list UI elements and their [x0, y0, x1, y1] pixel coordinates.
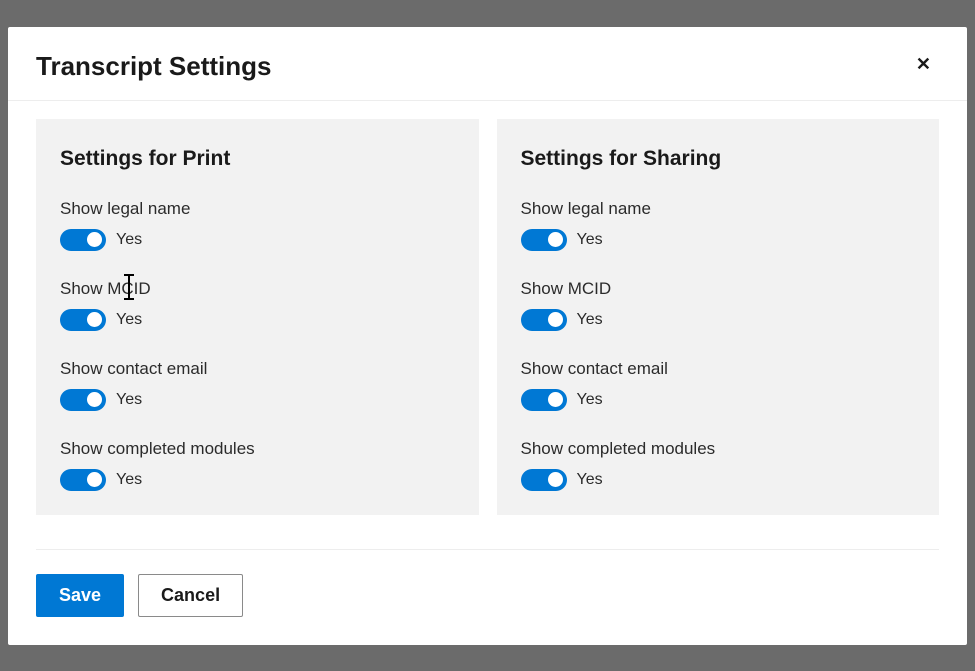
setting-label: Show legal name — [521, 199, 916, 219]
setting-show-mcid-print: Show MCID Yes — [60, 279, 455, 331]
close-icon: ✕ — [916, 54, 931, 74]
transcript-settings-dialog: Transcript Settings ✕ Settings for Print… — [8, 27, 967, 645]
toggle-show-contact-email-print[interactable] — [60, 389, 106, 411]
toggle-row: Yes — [60, 389, 455, 411]
setting-show-legal-name-sharing: Show legal name Yes — [521, 199, 916, 251]
setting-show-legal-name-print: Show legal name Yes — [60, 199, 455, 251]
setting-show-contact-email-print: Show contact email Yes — [60, 359, 455, 411]
panel-sharing: Settings for Sharing Show legal name Yes… — [497, 119, 940, 515]
close-button[interactable]: ✕ — [908, 51, 939, 77]
setting-label: Show MCID — [60, 279, 455, 299]
toggle-state: Yes — [577, 311, 603, 329]
toggle-show-legal-name-print[interactable] — [60, 229, 106, 251]
dialog-footer: Save Cancel — [36, 549, 939, 645]
panel-print-title: Settings for Print — [60, 147, 455, 171]
toggle-knob — [548, 392, 563, 407]
setting-label: Show contact email — [521, 359, 916, 379]
toggle-row: Yes — [521, 229, 916, 251]
toggle-knob — [87, 392, 102, 407]
setting-label: Show legal name — [60, 199, 455, 219]
save-button[interactable]: Save — [36, 574, 124, 617]
toggle-state: Yes — [577, 231, 603, 249]
toggle-knob — [87, 472, 102, 487]
toggle-state: Yes — [116, 311, 142, 329]
setting-show-contact-email-sharing: Show contact email Yes — [521, 359, 916, 411]
toggle-row: Yes — [60, 309, 455, 331]
toggle-row: Yes — [521, 469, 916, 491]
toggle-row: Yes — [60, 229, 455, 251]
toggle-state: Yes — [116, 391, 142, 409]
setting-label: Show completed modules — [521, 439, 916, 459]
setting-show-completed-modules-sharing: Show completed modules Yes — [521, 439, 916, 491]
toggle-knob — [87, 232, 102, 247]
setting-label: Show contact email — [60, 359, 455, 379]
toggle-state: Yes — [116, 231, 142, 249]
dialog-header: Transcript Settings ✕ — [8, 27, 967, 101]
toggle-show-contact-email-sharing[interactable] — [521, 389, 567, 411]
toggle-row: Yes — [521, 309, 916, 331]
toggle-knob — [548, 232, 563, 247]
panel-print: Settings for Print Show legal name Yes S… — [36, 119, 479, 515]
panel-sharing-title: Settings for Sharing — [521, 147, 916, 171]
toggle-show-legal-name-sharing[interactable] — [521, 229, 567, 251]
toggle-show-completed-modules-sharing[interactable] — [521, 469, 567, 491]
cancel-button[interactable]: Cancel — [138, 574, 243, 617]
toggle-row: Yes — [60, 469, 455, 491]
toggle-show-mcid-print[interactable] — [60, 309, 106, 331]
toggle-show-completed-modules-print[interactable] — [60, 469, 106, 491]
toggle-state: Yes — [577, 471, 603, 489]
toggle-row: Yes — [521, 389, 916, 411]
dialog-title: Transcript Settings — [36, 51, 272, 82]
toggle-state: Yes — [577, 391, 603, 409]
toggle-knob — [87, 312, 102, 327]
setting-label: Show completed modules — [60, 439, 455, 459]
toggle-knob — [548, 472, 563, 487]
settings-panels: Settings for Print Show legal name Yes S… — [8, 101, 967, 525]
setting-label: Show MCID — [521, 279, 916, 299]
toggle-knob — [548, 312, 563, 327]
setting-show-completed-modules-print: Show completed modules Yes — [60, 439, 455, 491]
toggle-state: Yes — [116, 471, 142, 489]
toggle-show-mcid-sharing[interactable] — [521, 309, 567, 331]
setting-show-mcid-sharing: Show MCID Yes — [521, 279, 916, 331]
